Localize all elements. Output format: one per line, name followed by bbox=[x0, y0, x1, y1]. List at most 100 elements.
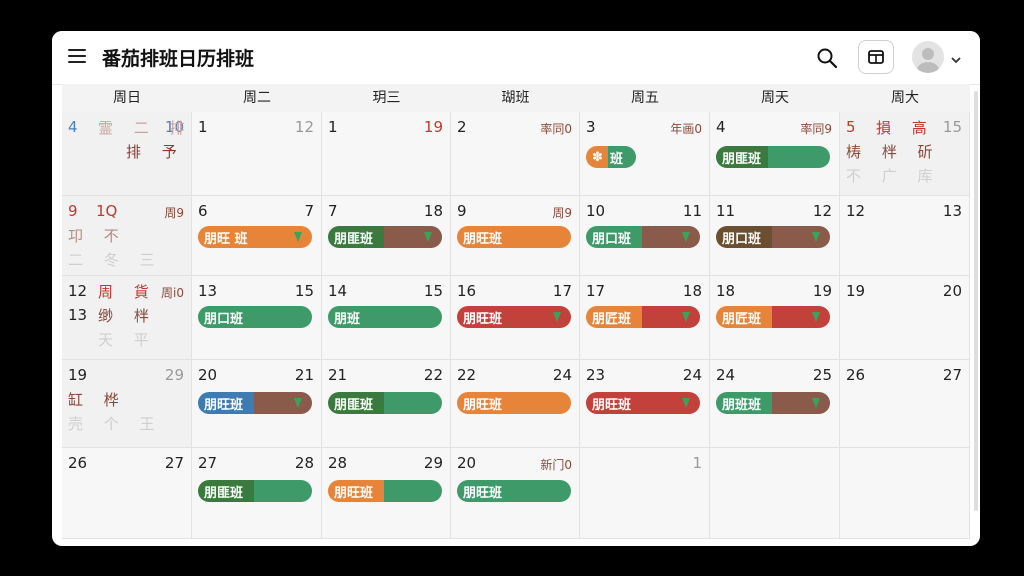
day-number: 9 bbox=[457, 202, 467, 220]
shift-pill[interactable]: 朋匪班 bbox=[716, 146, 830, 168]
faint-text: 二 冬 三 bbox=[68, 251, 163, 269]
day-number: 29 bbox=[423, 454, 443, 472]
shift-label: 朋匪班 bbox=[722, 151, 762, 167]
day-cell[interactable]: 18 19 朋匠班 bbox=[710, 276, 840, 360]
day-number: 13 bbox=[198, 282, 218, 300]
day-note: 率同0 bbox=[540, 122, 572, 136]
shift-pill[interactable]: 朋旺班 bbox=[586, 392, 700, 414]
day-cell[interactable]: 12 周 貨 周i0 13 缈 柈 天 平 bbox=[62, 276, 192, 360]
scrollbar[interactable] bbox=[974, 91, 978, 511]
day-cell[interactable]: 17 18 朋匠班 bbox=[580, 276, 710, 360]
day-number: 3 bbox=[586, 118, 596, 136]
day-number: 10 bbox=[586, 202, 606, 220]
day-cell[interactable] bbox=[710, 448, 840, 539]
day-cell[interactable]: 20 21 朋旺班 bbox=[192, 360, 322, 448]
search-icon[interactable] bbox=[816, 47, 838, 69]
day-cell[interactable]: 16 17 朋旺班 bbox=[451, 276, 580, 360]
day-cell[interactable]: 10 11 朋口班 bbox=[580, 196, 710, 276]
day-number: 27 bbox=[198, 454, 218, 472]
day-number: 4 bbox=[716, 118, 726, 136]
shift-label: 朋旺班 bbox=[463, 485, 503, 501]
day-number: 11 bbox=[716, 202, 736, 220]
day-number: 20 bbox=[942, 282, 962, 300]
calendar-icon bbox=[868, 50, 884, 64]
shift-pill[interactable]: 朋匪班 bbox=[198, 480, 312, 502]
shift-pill[interactable]: 朋口班 bbox=[586, 226, 700, 248]
faint-text: 霊 二 排 bbox=[98, 119, 193, 137]
day-cell[interactable]: 24 25 朋班班 bbox=[710, 360, 840, 448]
day-cell[interactable]: 1 12 bbox=[192, 112, 322, 196]
day-cell[interactable]: 19 20 bbox=[840, 276, 970, 360]
faint-text: 缈 柈 bbox=[98, 307, 157, 325]
day-cell[interactable]: 26 27 bbox=[840, 360, 970, 448]
weekday-header: 周日 周二 玥三 瑚班 周五 周天 周大 bbox=[62, 84, 970, 113]
day-number: 19 bbox=[812, 282, 832, 300]
day-cell[interactable]: 19 29 缸 桦 壳 个 王 bbox=[62, 360, 192, 448]
day-cell[interactable]: 26 27 bbox=[62, 448, 192, 539]
day-number: 17 bbox=[586, 282, 606, 300]
shift-pill[interactable]: 朋旺 班 bbox=[198, 226, 312, 248]
day-cell[interactable]: 1 19 bbox=[322, 112, 451, 196]
day-cell[interactable]: 20 新门0 朋旺班 bbox=[451, 448, 580, 539]
day-number: 11 bbox=[682, 202, 702, 220]
shift-pill[interactable]: 朋口班 bbox=[716, 226, 830, 248]
top-bar: 番茄排班日历排班 bbox=[52, 31, 980, 85]
day-cell[interactable]: 21 22 朋匪班 bbox=[322, 360, 451, 448]
day-cell[interactable]: 13 15 朋口班 bbox=[192, 276, 322, 360]
day-number: 17 bbox=[552, 282, 572, 300]
shift-pill[interactable]: 朋旺班 bbox=[457, 226, 571, 248]
day-number: 4 bbox=[68, 118, 78, 136]
shift-pill[interactable]: 朋旺班 bbox=[457, 480, 571, 502]
day-cell[interactable]: 11 12 朋口班 bbox=[710, 196, 840, 276]
day-number: 1Q bbox=[96, 202, 118, 220]
day-cell[interactable]: 6 7 朋旺 班 bbox=[192, 196, 322, 276]
avatar[interactable] bbox=[912, 41, 944, 73]
shift-label: 朋旺班 bbox=[463, 231, 503, 247]
shift-pill[interactable]: 朋旺班 bbox=[198, 392, 312, 414]
day-number: 6 bbox=[198, 202, 208, 220]
shift-pill[interactable]: 朋旺班 bbox=[328, 480, 442, 502]
shift-pill[interactable]: 朋班 bbox=[328, 306, 442, 328]
day-cell[interactable]: 4 10 霊 二 排 排 予 bbox=[62, 112, 192, 196]
day-cell[interactable]: 12 13 bbox=[840, 196, 970, 276]
weekday-label: 周二 bbox=[243, 90, 271, 106]
day-cell[interactable]: 5 15 損 高 梼 柈 斫 不 广 库 bbox=[840, 112, 970, 196]
day-cell[interactable]: 9 1Q 周9 卭 不 二 冬 三 bbox=[62, 196, 192, 276]
faint-text: 缸 桦 bbox=[68, 391, 127, 409]
day-cell[interactable]: 7 18 朋匪班 bbox=[322, 196, 451, 276]
day-cell[interactable]: 22 24 朋旺班 bbox=[451, 360, 580, 448]
day-cell[interactable]: 9 周9 朋旺班 bbox=[451, 196, 580, 276]
shift-pill[interactable]: ✽ 班 bbox=[586, 146, 636, 168]
faint-text: 梼 柈 斫 bbox=[846, 143, 941, 161]
day-cell[interactable]: 3 年画0 ✽ 班 bbox=[580, 112, 710, 196]
weekday-label: 周大 bbox=[891, 90, 919, 106]
shift-pill[interactable]: 朋匪班 bbox=[328, 226, 442, 248]
shift-pill[interactable]: 朋匠班 bbox=[716, 306, 830, 328]
shift-label: 朋匠班 bbox=[592, 311, 632, 327]
day-cell[interactable]: 14 15 朋班 bbox=[322, 276, 451, 360]
calendar-view-button[interactable] bbox=[858, 40, 894, 74]
shift-label: 朋旺班 bbox=[463, 311, 503, 327]
shift-pill[interactable]: 朋班班 bbox=[716, 392, 830, 414]
day-cell[interactable]: 4 率同9 朋匪班 bbox=[710, 112, 840, 196]
shift-pill[interactable]: 朋匪班 bbox=[328, 392, 442, 414]
day-cell[interactable]: 28 29 朋旺班 bbox=[322, 448, 451, 539]
day-number: 1 bbox=[328, 118, 338, 136]
menu-icon[interactable] bbox=[68, 49, 86, 63]
day-cell[interactable] bbox=[840, 448, 970, 539]
day-number: 15 bbox=[942, 118, 962, 136]
shift-pill[interactable]: 朋口班 bbox=[198, 306, 312, 328]
shift-pill[interactable]: 朋旺班 bbox=[457, 392, 571, 414]
day-cell[interactable]: 1 bbox=[580, 448, 710, 539]
day-number: 12 bbox=[812, 202, 832, 220]
shift-pill[interactable]: 朋旺班 bbox=[457, 306, 571, 328]
chevron-down-icon[interactable] bbox=[949, 51, 963, 64]
shift-pill[interactable]: 朋匠班 bbox=[586, 306, 700, 328]
weekday-label: 周日 bbox=[113, 90, 141, 106]
day-number: 7 bbox=[304, 202, 314, 220]
day-note: 率同9 bbox=[800, 122, 832, 136]
faint-text: 不 广 库 bbox=[846, 167, 941, 185]
day-cell[interactable]: 27 28 朋匪班 bbox=[192, 448, 322, 539]
day-cell[interactable]: 23 24 朋旺班 bbox=[580, 360, 710, 448]
day-cell[interactable]: 2 率同0 bbox=[451, 112, 580, 196]
